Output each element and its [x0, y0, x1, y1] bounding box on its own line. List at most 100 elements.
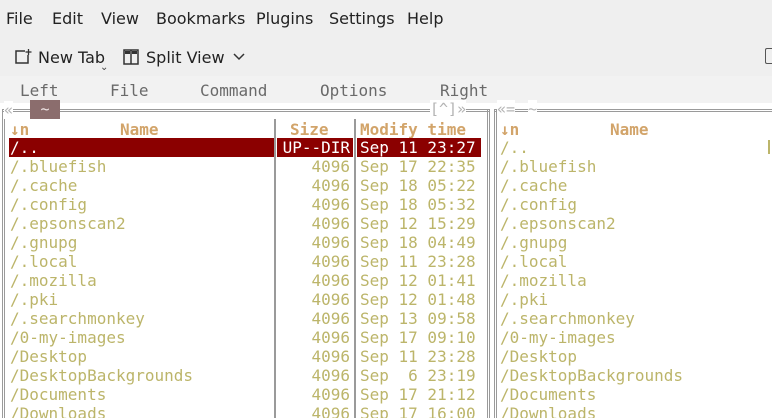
- file-name: /.epsonscan2: [10, 214, 126, 233]
- file-mtime: Sep 18 05:22: [360, 176, 476, 195]
- file-size: 4096: [311, 214, 350, 233]
- file-size: 4096: [311, 290, 350, 309]
- mc-menu-command[interactable]: Command: [200, 81, 267, 100]
- menu-file[interactable]: File: [6, 9, 33, 28]
- right-file-name: /.pki: [500, 290, 549, 309]
- table-row[interactable]: /.bluefish 4096 Sep 17 22:35 /.bluefish: [0, 157, 772, 176]
- file-mtime: Sep 11 23:27: [360, 138, 476, 157]
- file-name: /.mozilla: [10, 271, 97, 290]
- file-name: /.searchmonkey: [10, 309, 145, 328]
- menu-help[interactable]: Help: [407, 9, 443, 28]
- left-panel-top-border: [2, 109, 490, 112]
- toolbar: New Tab ⌄ Split View: [0, 38, 772, 76]
- right-file-name: /.cache: [500, 176, 568, 195]
- right-file-name: /.bluefish: [500, 157, 597, 176]
- left-header-size[interactable]: Size: [290, 120, 329, 139]
- new-tab-icon: [14, 48, 32, 66]
- mc-menubar: Left File Command Options Right: [0, 76, 772, 103]
- file-name: /DesktopBackgrounds: [10, 366, 194, 385]
- file-name: /.bluefish: [10, 157, 107, 176]
- left-sort-indicator[interactable]: ↓n: [10, 120, 29, 139]
- file-name: /..: [10, 138, 39, 157]
- mc-menu-right[interactable]: Right: [440, 81, 488, 100]
- table-row[interactable]: /.config 4096 Sep 18 05:32 /.config: [0, 195, 772, 214]
- split-view-button[interactable]: Split View: [122, 46, 245, 68]
- table-row[interactable]: /.pki 4096 Sep 12 01:48 /.pki: [0, 290, 772, 309]
- table-row[interactable]: /.. UP--DIR Sep 11 23:27 /..: [0, 138, 772, 157]
- menu-view[interactable]: View: [101, 9, 139, 28]
- left-header-name[interactable]: Name: [120, 120, 159, 139]
- new-tab-label: New Tab: [38, 47, 106, 67]
- file-name: /.local: [10, 252, 78, 271]
- file-size: 4096: [311, 271, 350, 290]
- file-size: 4096: [311, 195, 350, 214]
- table-row[interactable]: /Desktop 4096 Sep 11 23:28/Desktop: [0, 347, 772, 366]
- right-file-name: /DesktopBackgrounds: [500, 366, 684, 385]
- file-size: 4096: [311, 347, 350, 366]
- left-frame-corner: «: [4, 101, 14, 119]
- file-mtime: Sep 18 05:32: [360, 195, 476, 214]
- file-mtime: Sep 17 21:12: [360, 385, 476, 404]
- table-row[interactable]: /.epsonscan2 4096 Sep 12 15:29 /.epsonscan2: [0, 214, 772, 233]
- file-mtime: Sep 11 23:28: [360, 347, 476, 366]
- right-file-name: /Documents: [500, 385, 597, 404]
- file-name: /Desktop: [10, 347, 88, 366]
- file-name: /.cache: [10, 176, 78, 195]
- table-row[interactable]: /.local 4096 Sep 11 23:28 /.local: [0, 252, 772, 271]
- chevron-down-icon[interactable]: [233, 50, 245, 64]
- table-row[interactable]: /.searchmonkey 4096 Sep 13 09:58 /.searchmo…: [0, 309, 772, 328]
- right-header-name[interactable]: Name: [610, 120, 649, 139]
- menu-bookmarks[interactable]: Bookmarks: [156, 9, 245, 28]
- table-row[interactable]: /Downloads 4096 Sep 17 16:00/Downloads: [0, 404, 772, 418]
- menu-settings[interactable]: Settings: [329, 9, 395, 28]
- table-row[interactable]: /.mozilla 4096 Sep 12 01:41 /.mozilla: [0, 271, 772, 290]
- file-name: /0-my-images: [10, 328, 126, 347]
- file-mtime: Sep 11 23:28: [360, 252, 476, 271]
- file-size: 4096: [311, 233, 350, 252]
- right-file-name: /.searchmonkey: [500, 309, 635, 328]
- file-mtime: Sep 12 15:29: [360, 214, 476, 233]
- table-row[interactable]: /.cache 4096 Sep 18 05:22 /.cache: [0, 176, 772, 195]
- new-tab-dropdown-icon[interactable]: ⌄: [100, 62, 108, 73]
- right-file-name: /Desktop: [500, 347, 578, 366]
- file-mtime: Sep 13 09:58: [360, 309, 476, 328]
- left-cwd: ~: [30, 100, 60, 119]
- right-sort-indicator[interactable]: ↓n: [500, 120, 519, 139]
- file-size: 4096: [311, 328, 350, 347]
- mc-menu-left[interactable]: Left: [20, 81, 59, 100]
- right-file-name: /.epsonscan2: [500, 214, 616, 233]
- overflow-edge-icon[interactable]: [765, 48, 772, 64]
- terminal[interactable]: Left File Command Options Right « [^]» ~…: [0, 76, 772, 418]
- file-size: 4096: [311, 385, 350, 404]
- file-mtime: Sep 12 01:48: [360, 290, 476, 309]
- table-row[interactable]: /Documents 4096 Sep 17 21:12/Documents: [0, 385, 772, 404]
- right-file-name: /.gnupg: [500, 233, 568, 252]
- menubar: File Edit View Bookmarks Plugins Setting…: [0, 0, 772, 38]
- file-mtime: Sep 12 01:41: [360, 271, 476, 290]
- right-edge-marker: [768, 140, 772, 154]
- menu-edit[interactable]: Edit: [52, 9, 83, 28]
- file-size: 4096: [311, 366, 350, 385]
- file-size: 4096: [311, 309, 350, 328]
- table-row[interactable]: /DesktopBackgrounds 4096 Sep 6 23:19/Deskt…: [0, 366, 772, 385]
- new-tab-button[interactable]: New Tab: [14, 46, 105, 68]
- split-view-icon: [122, 48, 140, 66]
- file-name: /Documents: [10, 385, 107, 404]
- left-header-mtime[interactable]: Modify time: [360, 120, 466, 139]
- table-row[interactable]: /.gnupg 4096 Sep 18 04:49 /.gnupg: [0, 233, 772, 252]
- mc-menu-file[interactable]: File: [110, 81, 149, 100]
- file-size: 4096: [311, 404, 350, 418]
- right-file-name: /.config: [500, 195, 578, 214]
- file-mtime: Sep 17 22:35: [360, 157, 476, 176]
- right-file-name: /.local: [500, 252, 568, 271]
- file-size: 4096: [311, 157, 350, 176]
- menu-plugins[interactable]: Plugins: [256, 9, 313, 28]
- file-name: /Downloads: [10, 404, 107, 418]
- right-cwd: ~: [528, 100, 538, 118]
- table-row[interactable]: /0-my-images 4096 Sep 17 09:10/0-my-images: [0, 328, 772, 347]
- file-size: 4096: [311, 252, 350, 271]
- file-size: UP--DIR: [282, 138, 350, 157]
- file-size: 4096: [311, 176, 350, 195]
- mc-menu-options[interactable]: Options: [320, 81, 387, 100]
- history-marker[interactable]: [^]»: [430, 100, 467, 118]
